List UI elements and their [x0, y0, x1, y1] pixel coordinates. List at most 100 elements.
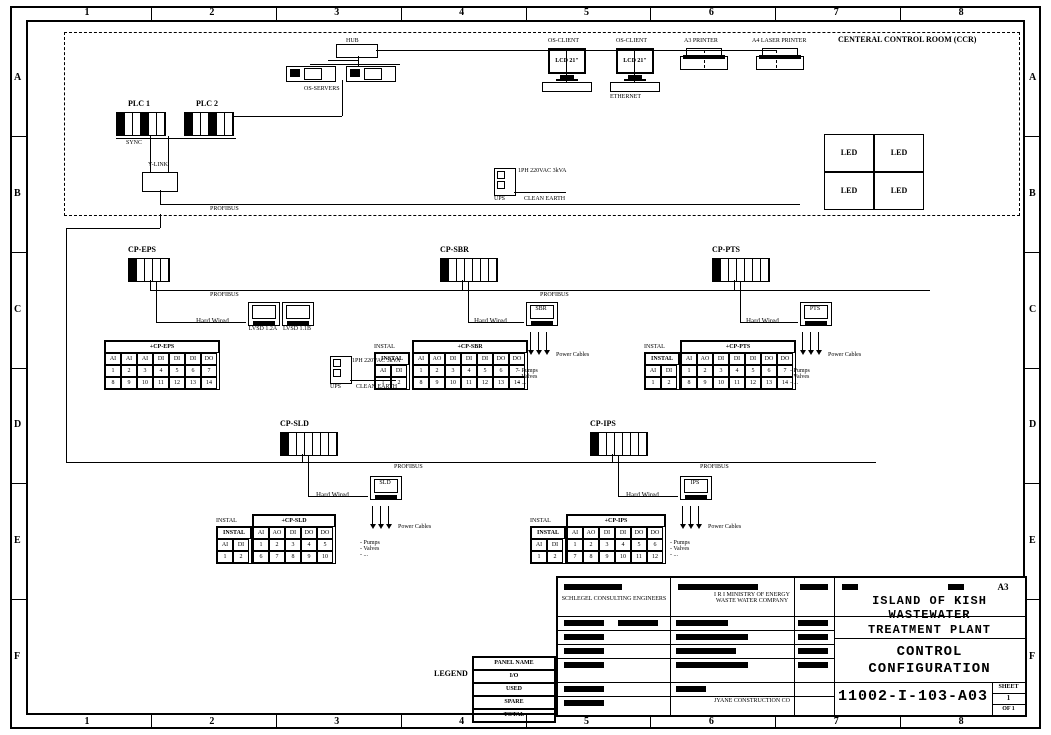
grid-row-l-B: B — [14, 189, 21, 199]
plc2-rack — [184, 112, 234, 136]
ups-sbr-spec: 1PH 220VAC 3kVA — [352, 358, 400, 364]
cp-ips-label: CP-IPS — [590, 420, 616, 428]
ylink-box — [142, 172, 178, 192]
cp-sbr-io-table: +CP-SBRAIAODIDIDIDODO1234567891011121314 — [412, 340, 528, 390]
drawing-sheet: /*labels populated below*/ 1122334455667… — [0, 0, 1051, 735]
ethernet-label: ETHERNET — [610, 94, 641, 100]
cp-sbr-label: CP-SBR — [440, 246, 469, 254]
pts-pc: Power Cables — [828, 352, 861, 358]
os-client-1: LCD 21" — [548, 48, 586, 81]
led-2: LED — [874, 134, 924, 172]
tb-title1: CONTROL — [834, 644, 1025, 661]
cp-ips-rack — [590, 432, 648, 456]
grid-row-r-E: E — [1029, 536, 1036, 546]
os-client-2-base — [610, 82, 660, 92]
os-client-2-label: OS-CLIENT — [616, 38, 647, 44]
cp-pts-io-table: +CP-PTSAIAODIDIDIDODO1234567891011121314 — [680, 340, 796, 390]
tb-consultant: SCHLEGEL CONSULTING ENGINEERS — [562, 596, 667, 602]
pts-instal-table: INSTALAIDI12 — [644, 352, 680, 390]
grid-col-top-5: 5 — [584, 8, 589, 18]
plc2-label: PLC 2 — [196, 100, 218, 108]
hub-box — [336, 44, 378, 58]
sync-label: SYNC — [126, 140, 142, 146]
os-client-1-base — [542, 82, 592, 92]
grid-row-r-D: D — [1029, 420, 1036, 430]
grid-col-bot-5: 5 — [584, 717, 589, 727]
sbr-bus-label: PROFIBUS — [540, 292, 569, 298]
grid-col-bot-1: 1 — [84, 717, 89, 727]
ccr-title: CENTERAL CONTROL ROOM (CCR) — [838, 36, 976, 44]
pts-instal-label: INSTAL — [644, 344, 665, 350]
grid-col-bot-2: 2 — [209, 717, 214, 727]
tb-sheet-no: 1 — [992, 693, 1025, 704]
profibus-main-label: PROFIBUS — [210, 206, 239, 212]
grid-col-top-6: 6 — [709, 8, 714, 18]
tb-contractor: JYANE CONSTRUCTION CO — [714, 698, 790, 704]
ips-hmi-label: IPS — [682, 480, 708, 486]
cp-eps-rack — [128, 258, 170, 282]
grid-row-r-C: C — [1029, 305, 1036, 315]
grid-col-top-3: 3 — [334, 8, 339, 18]
sbr-instal-label: INSTAL — [374, 344, 395, 350]
a4-printer-label: A4 LASER PRINTER — [752, 38, 806, 44]
ips-instal-table: INSTALAIDI12 — [530, 526, 566, 564]
cp-sbr-rack — [440, 258, 498, 282]
sld-pc: Power Cables — [398, 524, 431, 530]
sld-instal-label: INSTAL — [216, 518, 237, 524]
legend-table: PANEL NAMEI/OUSEDSPARETOTAL — [472, 656, 556, 723]
tb-title2: CONFIGURATION — [834, 661, 1025, 678]
grid-row-r-F: F — [1029, 652, 1035, 662]
legend-title: LEGEND — [434, 670, 468, 678]
clean-earth-main: CLEAN EARTH — [524, 196, 565, 202]
plc1-label: PLC 1 — [128, 100, 150, 108]
tb-dwg: 11002-I-103-A03 — [834, 688, 992, 706]
grid-col-top-8: 8 — [959, 8, 964, 18]
cp-pts-rack — [712, 258, 770, 282]
ylink-label: Y-LINK — [148, 162, 168, 168]
grid-row-l-F: F — [14, 652, 20, 662]
grid-col-top-1: 1 — [84, 8, 89, 18]
tb-proj2: TREATMENT PLANT — [834, 623, 1025, 637]
clean-earth-sbr: CLEAN EARTH — [356, 384, 397, 390]
sbr-hmi-label: SBR — [528, 306, 554, 312]
cp-pts-label: CP-PTS — [712, 246, 740, 254]
grid-col-top-2: 2 — [209, 8, 214, 18]
title-block: SCHLEGEL CONSULTING ENGINEERS I R I MINI… — [556, 576, 1027, 717]
sld-hmi-label: SLD — [372, 480, 398, 486]
cp-sld-rack — [280, 432, 338, 456]
sld-instal-table: INSTALAIDI12 — [216, 526, 252, 564]
lvsd-2-label: LVSD 1.1B — [282, 326, 312, 332]
led-4: LED — [874, 172, 924, 210]
sbr-pc: Power Cables — [556, 352, 589, 358]
grid-row-r-B: B — [1029, 189, 1036, 199]
ips-pc: Power Cables — [708, 524, 741, 530]
grid-col-bot-4: 4 — [459, 717, 464, 727]
tb-proj1: ISLAND OF KISH WASTEWATER — [834, 594, 1025, 623]
grid-row-l-E: E — [14, 536, 21, 546]
cp-ips-io-table: +CP-IPSAIAODIDIDODO123456789101112 — [566, 514, 666, 564]
ips-bus-label: PROFIBUS — [700, 464, 729, 470]
tb-sheet: SHEET — [992, 682, 1025, 693]
tb-owner2: WASTE WATER COMPANY — [670, 598, 834, 604]
os-servers-label: OS-SERVERS — [304, 86, 340, 92]
ups-main-spec: 1PH 220VAC 3kVA — [518, 168, 566, 174]
ups-main — [494, 168, 516, 196]
ips-pv: - Pumps - Valves - ... — [670, 540, 690, 558]
grid-col-bot-8: 8 — [959, 717, 964, 727]
a4-printer-icon — [756, 48, 804, 74]
eps-bus-label: PROFIBUS — [210, 292, 239, 298]
lvsd-2 — [282, 302, 314, 326]
cp-eps-io-table: +CP-EPSAIAIAIDIDIDIDO1234567891011121314 — [104, 340, 220, 390]
led-1: LED — [824, 134, 874, 172]
sld-pv: - Pumps - Valves - ... — [360, 540, 380, 558]
ips-instal-label: INSTAL — [530, 518, 551, 524]
grid-row-l-D: D — [14, 420, 21, 430]
grid-col-bot-6: 6 — [709, 717, 714, 727]
ups-main-label: UPS — [494, 196, 505, 202]
pts-hmi-label: PTS — [802, 306, 828, 312]
tb-size: A3 — [986, 582, 1020, 594]
tb-of: OF 1 — [992, 704, 1025, 715]
grid-col-bot-3: 3 — [334, 717, 339, 727]
sld-bus-label: PROFIBUS — [394, 464, 423, 470]
hub-label: HUB — [346, 38, 359, 44]
